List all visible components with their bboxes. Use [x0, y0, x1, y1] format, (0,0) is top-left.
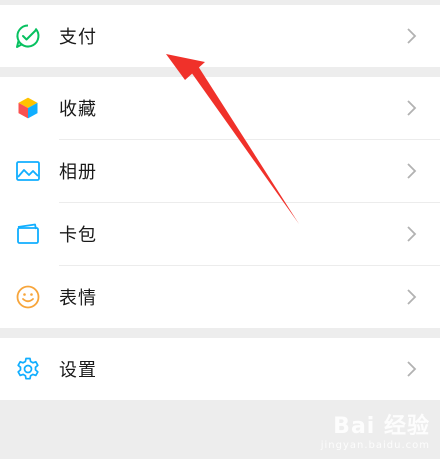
menu-item-label: 相册 [59, 162, 97, 183]
group-spacer [0, 67, 440, 77]
menu-item-label: 设置 [59, 360, 97, 381]
menu-item-pay[interactable]: 支付 [0, 5, 440, 67]
menu-item-label: 卡包 [59, 225, 97, 246]
pay-check-icon [15, 23, 41, 49]
watermark-logo: Bai 经验 [333, 414, 430, 439]
menu-item-label: 支付 [59, 27, 97, 48]
chevron-right-icon [406, 360, 418, 378]
chevron-right-icon [406, 27, 418, 45]
chevron-right-icon [406, 288, 418, 306]
menu-group-content: 收藏 相册 卡包 表情 [0, 77, 440, 328]
menu-item-favorites[interactable]: 收藏 [0, 77, 440, 139]
watermark: Bai 经验 jingyan.baidu.com [321, 408, 430, 451]
chevron-right-icon [406, 225, 418, 243]
favorites-cube-icon [15, 95, 41, 121]
watermark-url: jingyan.baidu.com [320, 440, 430, 451]
menu-item-label: 表情 [59, 288, 97, 309]
menu-group-settings: 设置 [0, 338, 440, 400]
menu-item-album[interactable]: 相册 [0, 140, 440, 202]
chevron-right-icon [406, 162, 418, 180]
menu-group-pay: 支付 [0, 5, 440, 67]
card-wallet-icon [15, 221, 41, 247]
menu-item-card-wallet[interactable]: 卡包 [0, 203, 440, 265]
chevron-right-icon [406, 99, 418, 117]
emoji-smile-icon [15, 284, 41, 310]
menu-item-emoji[interactable]: 表情 [0, 266, 440, 328]
menu-item-label: 收藏 [59, 99, 97, 120]
group-spacer [0, 328, 440, 338]
settings-gear-icon [15, 356, 41, 382]
menu-item-settings[interactable]: 设置 [0, 338, 440, 400]
album-picture-icon [15, 158, 41, 184]
